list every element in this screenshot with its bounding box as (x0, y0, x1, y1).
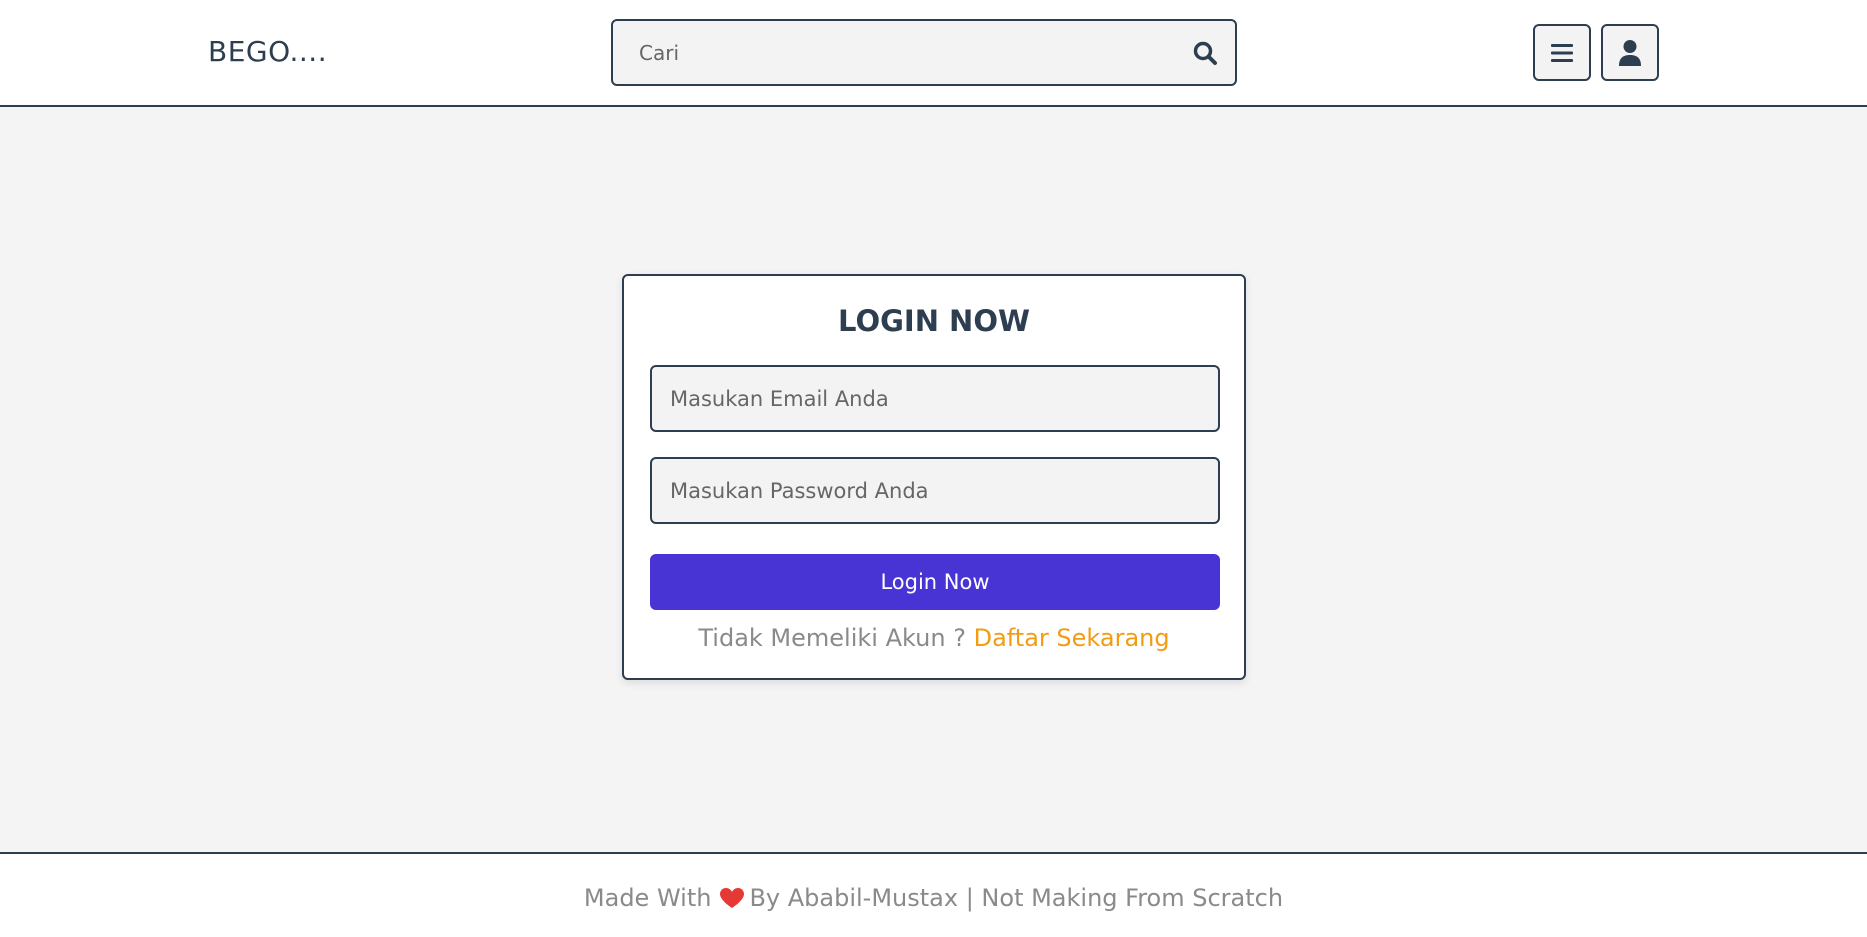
login-submit-button[interactable]: Login Now (650, 554, 1220, 610)
search-input[interactable] (613, 21, 1175, 84)
user-button[interactable] (1601, 24, 1659, 81)
footer-made-with: Made With (583, 884, 712, 912)
footer-author: By Ababil-Mustax | Not Making From Scrat… (749, 884, 1284, 912)
search-bar (611, 19, 1237, 86)
login-title: LOGIN NOW (838, 304, 1030, 338)
site-logo[interactable]: BEGO.... (208, 35, 327, 68)
footer-credit: Made With By Ababil-Mustax | Not Making F… (0, 884, 1867, 915)
login-form: LOGIN NOW Login Now Tidak Memeliki Akun … (622, 274, 1246, 680)
register-prompt-line: Tidak Memeliki Akun ? Daftar Sekarang (624, 624, 1244, 652)
email-field[interactable] (650, 365, 1220, 432)
page-footer: Made With By Ababil-Mustax | Not Making F… (0, 852, 1867, 937)
password-field[interactable] (650, 457, 1220, 524)
top-header: BEGO.... (0, 0, 1867, 107)
register-prompt: Tidak Memeliki Akun ? (698, 624, 966, 652)
register-link[interactable]: Daftar Sekarang (974, 624, 1170, 652)
heart-icon (719, 887, 745, 915)
menu-button[interactable] (1533, 24, 1591, 81)
main-content: LOGIN NOW Login Now Tidak Memeliki Akun … (0, 107, 1867, 852)
menu-icon (1551, 43, 1573, 62)
user-icon (1619, 39, 1641, 66)
search-icon[interactable] (1175, 40, 1235, 66)
